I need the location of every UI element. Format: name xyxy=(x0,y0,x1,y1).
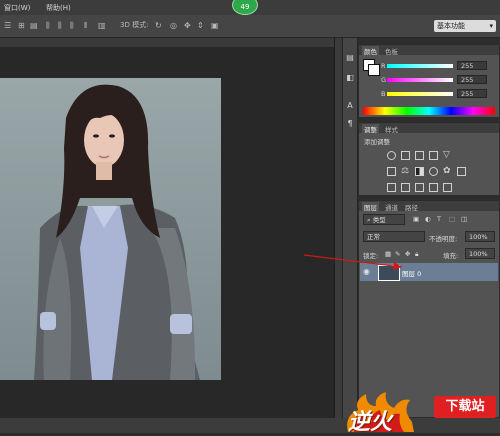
opacity-value: 100% xyxy=(469,233,488,241)
character-icon[interactable]: A xyxy=(344,100,356,111)
chevron-down-icon: ▾ xyxy=(489,22,493,30)
distribute-left-icon[interactable]: ⦀ xyxy=(84,21,88,30)
hue-saturation-icon[interactable] xyxy=(387,167,396,176)
red-slider[interactable]: R 255 xyxy=(375,61,500,71)
color-balance-icon[interactable]: ⚖ xyxy=(401,166,409,176)
opacity-label: 不透明度: xyxy=(429,235,458,243)
blend-mode-value: 正常 xyxy=(367,233,380,241)
blue-value[interactable]: 255 xyxy=(457,89,487,98)
distribute-top-icon[interactable]: ⫼ xyxy=(46,21,50,30)
menu-window[interactable]: 窗口(W) xyxy=(4,3,30,13)
workspace-select-value: 基本功能 xyxy=(437,22,465,30)
fill-label: 填充: xyxy=(443,252,459,260)
3d-rotate-icon[interactable]: ↻ xyxy=(155,21,162,30)
align-icon[interactable]: ☰ xyxy=(4,21,11,30)
fill-input[interactable]: 100% xyxy=(465,248,495,259)
gradient-map-icon[interactable] xyxy=(429,183,438,192)
blue-track xyxy=(387,92,453,96)
tab-paths[interactable]: 路径 xyxy=(405,202,418,212)
watermark-brand: 逆火 xyxy=(348,410,393,435)
brightness-icon[interactable] xyxy=(387,151,396,160)
search-icon: ⌕ xyxy=(367,216,371,224)
3d-scale-icon[interactable]: ▣ xyxy=(211,21,219,30)
history-icon[interactable]: ▤ xyxy=(344,52,356,63)
color-spectrum[interactable] xyxy=(363,107,495,115)
threshold-icon[interactable] xyxy=(415,183,424,192)
layers-panel-tabs: 图层 通道 路径 xyxy=(359,201,499,212)
fill-value: 100% xyxy=(469,250,488,258)
document-canvas[interactable] xyxy=(0,78,221,380)
black-white-icon[interactable] xyxy=(415,167,424,176)
document-tab-strip xyxy=(0,38,334,47)
tab-adjustments[interactable]: 调整 xyxy=(362,124,379,134)
annotation-arrow xyxy=(303,254,403,270)
color-panel: 颜色 色板 R 255 G 255 B 255 xyxy=(358,44,500,118)
filter-adjust-icon[interactable]: ◐ xyxy=(425,215,431,223)
align-center-icon[interactable]: ⊞ xyxy=(18,21,25,30)
filter-shape-icon[interactable]: ⬚ xyxy=(449,215,455,223)
lock-all-icon[interactable]: 🔒︎ xyxy=(415,250,418,259)
tab-channels[interactable]: 通道 xyxy=(385,202,398,212)
workspace-select[interactable]: 基本功能 ▾ xyxy=(434,20,496,32)
channel-mixer-icon[interactable]: ✿ xyxy=(443,166,451,176)
posterize-icon[interactable] xyxy=(401,183,410,192)
tab-layers[interactable]: 图层 xyxy=(362,202,379,212)
adjustments-panel-tabs: 调整 样式 xyxy=(359,123,499,134)
adjustments-panel: 调整 样式 添加调整 ▽ ⚖ ✿ xyxy=(358,122,500,196)
green-value[interactable]: 255 xyxy=(457,75,487,84)
watermark-site-badge: 下载站 xyxy=(434,396,496,418)
blue-label: B xyxy=(381,90,386,98)
3d-mode-label: 3D 模式: xyxy=(120,21,149,29)
red-label: R xyxy=(381,62,386,70)
align-right-icon[interactable]: ▤ xyxy=(30,21,38,30)
color-lookup-icon[interactable] xyxy=(457,167,466,176)
green-label: G xyxy=(381,76,387,84)
layers-panel: 图层 通道 路径 ⌕ 类型 ▣ ◐ T ⬚ ◫ 正常 不透明度: 100% 锁定… xyxy=(358,200,500,418)
opacity-input[interactable]: 100% xyxy=(465,231,495,242)
green-slider[interactable]: G 255 xyxy=(375,75,500,85)
exposure-icon[interactable] xyxy=(429,151,438,160)
green-track xyxy=(387,78,453,82)
blue-slider[interactable]: B 255 xyxy=(375,89,500,99)
layer-filter-value: 类型 xyxy=(372,216,386,224)
auto-align-icon[interactable]: ▥ xyxy=(98,21,106,30)
watermark: 逆火 下载站 xyxy=(340,392,500,435)
layer-filter-select[interactable]: ⌕ 类型 xyxy=(363,214,405,225)
curves-icon[interactable] xyxy=(415,151,424,160)
red-track xyxy=(387,64,453,68)
3d-slide-icon[interactable]: ⇕ xyxy=(197,21,204,30)
tab-swatches[interactable]: 色板 xyxy=(385,46,398,56)
panel-dock: ▤ ◧ A ¶ xyxy=(342,38,358,418)
tab-styles[interactable]: 样式 xyxy=(385,124,398,134)
red-value[interactable]: 255 xyxy=(457,61,487,70)
menu-help[interactable]: 帮助(H) xyxy=(46,3,71,13)
portrait-image xyxy=(34,84,200,380)
paragraph-icon[interactable]: ¶ xyxy=(344,118,356,129)
filter-smart-icon[interactable]: ◫ xyxy=(461,215,467,223)
properties-icon[interactable]: ◧ xyxy=(344,72,356,83)
add-adjustment-heading: 添加调整 xyxy=(364,138,390,146)
invert-icon[interactable] xyxy=(387,183,396,192)
selective-color-icon[interactable] xyxy=(443,183,452,192)
filter-pixel-icon[interactable]: ▣ xyxy=(413,215,419,223)
levels-icon[interactable] xyxy=(401,151,410,160)
color-panel-tabs: 颜色 色板 xyxy=(359,45,499,56)
options-bar: ☰ ⊞ ▤ ⫼ ⫼ ⫼ ⦀ ▥ 3D 模式: ↻ ◎ ✥ ⇕ ▣ 基本功能 ▾ xyxy=(0,15,500,38)
distribute-middle-icon[interactable]: ⫼ xyxy=(58,21,62,30)
tab-color[interactable]: 颜色 xyxy=(362,46,379,56)
photo-filter-icon[interactable] xyxy=(429,167,438,176)
blend-mode-select[interactable]: 正常 xyxy=(363,231,425,242)
3d-roll-icon[interactable]: ◎ xyxy=(170,21,177,30)
filter-type-icon[interactable]: T xyxy=(437,215,441,223)
vibrance-icon[interactable]: ▽ xyxy=(443,150,450,160)
3d-pan-icon[interactable]: ✥ xyxy=(184,21,191,30)
distribute-bottom-icon[interactable]: ⫼ xyxy=(70,21,74,30)
watermark-site: 下载站 xyxy=(445,399,485,414)
